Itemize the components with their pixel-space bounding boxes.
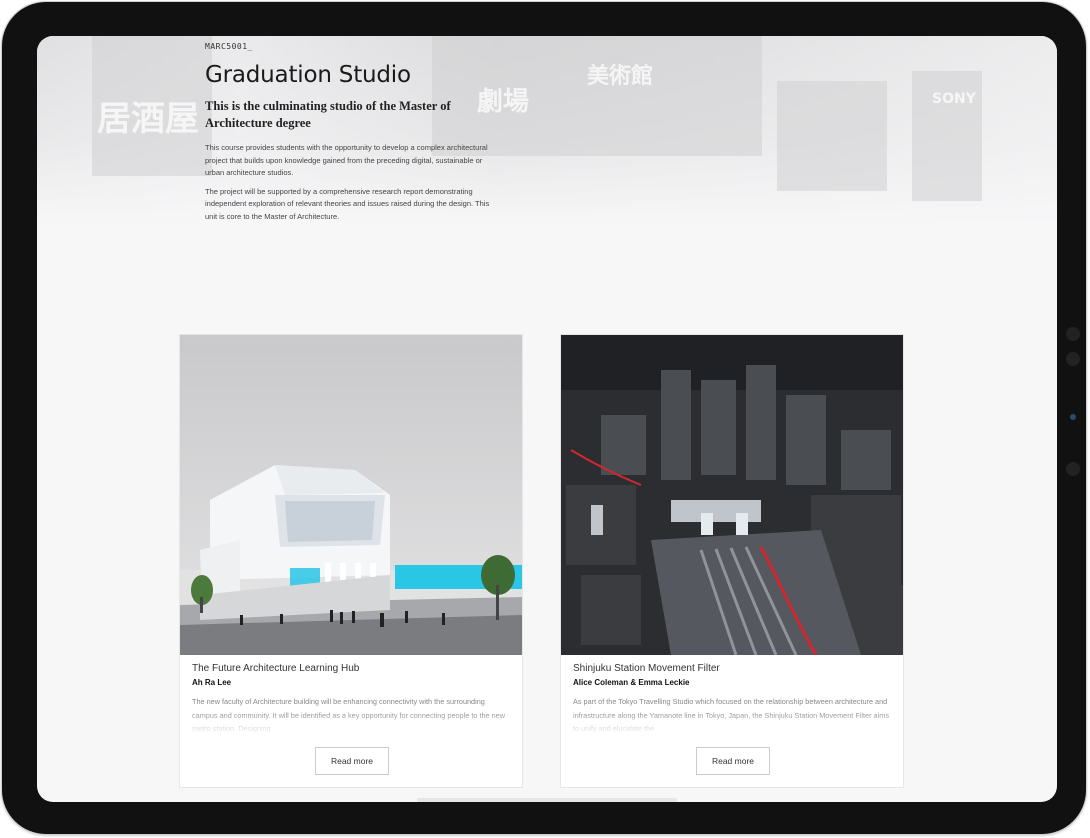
architecture-render-image: [180, 335, 522, 655]
scroll-indicator: [417, 798, 677, 802]
intro-paragraph: This course provides students with the o…: [205, 143, 488, 178]
side-button: [1066, 352, 1080, 366]
background-sign: 美術館: [587, 64, 654, 89]
project-image: [561, 335, 903, 655]
background-sign: 居酒屋: [97, 99, 199, 139]
project-card[interactable]: Shinjuku Station Movement Filter Alice C…: [560, 334, 904, 788]
card-author: Ah Ra Lee: [192, 678, 232, 687]
intro-paragraph: The project will be supported by a compr…: [205, 186, 490, 221]
screen: 美術館 居酒屋 劇場 SONY MARC5001_ Graduation Stu…: [37, 36, 1057, 802]
hero-background: 美術館 居酒屋 劇場 SONY: [37, 36, 1057, 226]
project-image: [180, 335, 522, 655]
page-title: Graduation Studio: [205, 62, 411, 88]
page-subtitle: This is the culminating studio of the Ma…: [205, 99, 451, 130]
card-excerpt: As part of the Tokyo Travelling Studio w…: [573, 697, 889, 733]
background-sign: SONY: [932, 91, 976, 107]
hero-text: MARC5001_ Graduation Studio This is the …: [205, 42, 505, 224]
tablet-frame: 美術館 居酒屋 劇場 SONY MARC5001_ Graduation Stu…: [2, 2, 1086, 834]
aerial-city-image: [561, 335, 903, 655]
card-title[interactable]: Shinjuku Station Movement Filter: [573, 663, 891, 674]
card-title[interactable]: The Future Architecture Learning Hub: [192, 663, 510, 674]
read-more-button[interactable]: Read more: [315, 747, 389, 775]
side-button: [1066, 327, 1080, 341]
camera-icon: [1070, 414, 1076, 420]
card-author: Alice Coleman & Emma Leckie: [573, 678, 690, 687]
card-body: Shinjuku Station Movement Filter Alice C…: [573, 663, 891, 735]
project-card[interactable]: The Future Architecture Learning Hub Ah …: [179, 334, 523, 788]
card-body: The Future Architecture Learning Hub Ah …: [192, 663, 510, 735]
read-more-button[interactable]: Read more: [696, 747, 770, 775]
side-button: [1066, 462, 1080, 476]
course-code: MARC5001_: [205, 42, 253, 51]
card-excerpt: The new faculty of Architecture building…: [192, 697, 505, 733]
background-building: [777, 81, 887, 191]
